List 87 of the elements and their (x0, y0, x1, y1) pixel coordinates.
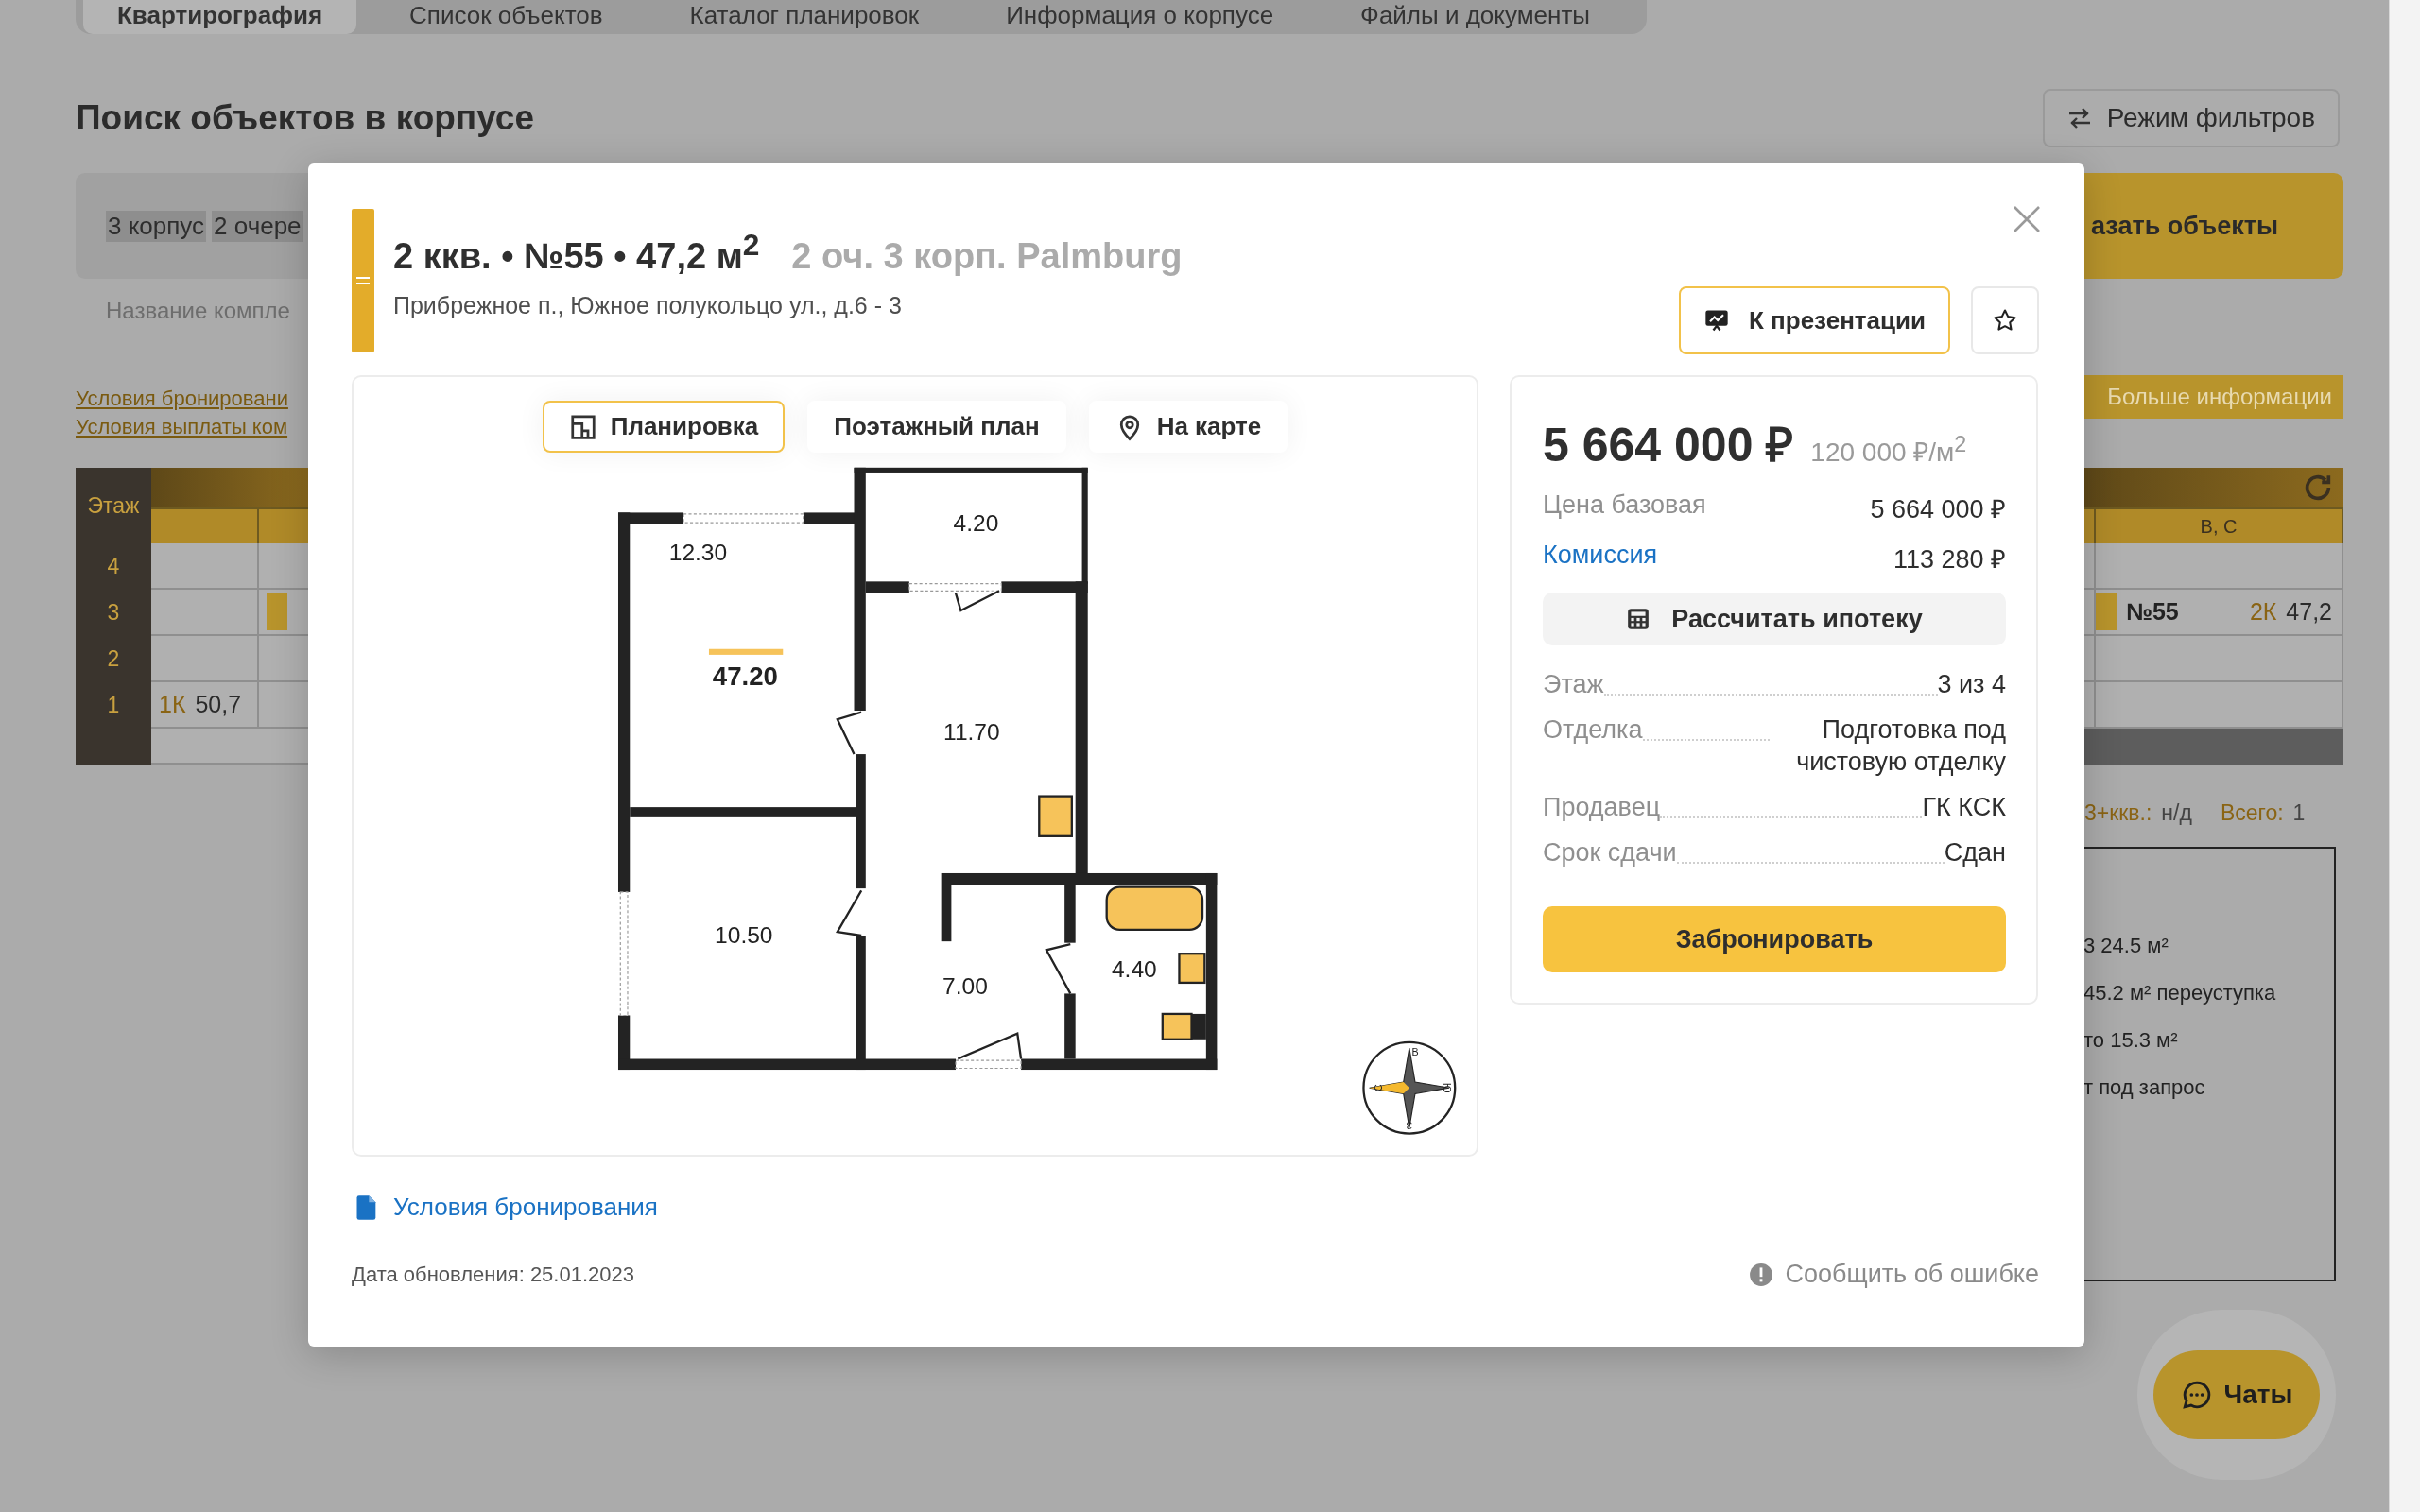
table-cell[interactable]: №55 2К 47,2 (2096, 590, 2343, 636)
room-area: 4.40 (1111, 955, 1157, 982)
table-cell[interactable] (2096, 543, 2343, 590)
room-area: 7.00 (942, 973, 988, 1000)
table-cell[interactable] (2096, 682, 2343, 729)
table-cell[interactable] (151, 543, 259, 590)
detail-value: Подготовка под чистовую отделку (1795, 714, 2006, 778)
book-button[interactable]: Забронировать (1543, 906, 2006, 972)
table-cell[interactable]: 1К 50,7 (151, 682, 259, 729)
favorite-button[interactable] (1971, 286, 2039, 354)
filter-chip[interactable]: 3 корпус (106, 210, 207, 242)
detail-label: Продавец (1543, 792, 1661, 823)
stat-value: 1 (2292, 800, 2306, 826)
compass-letter: В (1411, 1045, 1419, 1057)
detail-label: Отделка (1543, 714, 1643, 746)
unit-area: 50,7 (195, 691, 251, 718)
price-label: Цена базовая (1543, 490, 1706, 521)
floor-number: 3 (76, 590, 151, 636)
tab[interactable]: Список объектов (375, 0, 637, 34)
stat-value: н/д (2161, 800, 2192, 826)
price-value: 113 280 ₽ (1893, 544, 2006, 576)
tab[interactable]: Информация о корпусе (972, 0, 1308, 34)
table-cell[interactable] (151, 590, 259, 636)
chat-bubble-icon (2180, 1379, 2213, 1411)
mortgage-button[interactable]: Рассчитать ипотеку (1543, 593, 2006, 645)
unit-area: 47,2 (2286, 598, 2342, 626)
floor-number: 2 (76, 636, 151, 682)
report-error-link[interactable]: Сообщить об ошибке (1749, 1260, 2039, 1289)
field-label: Название компле (106, 298, 290, 324)
close-icon[interactable] (2013, 205, 2041, 233)
room-area: 10.50 (715, 922, 773, 949)
detail-value: ГК КСК (1922, 792, 2006, 823)
table-header-cell: В, С (2096, 507, 2343, 543)
view-tab[interactable]: Планировка (542, 401, 786, 453)
tab[interactable]: Квартирография (83, 0, 357, 34)
commission-link[interactable]: Комиссия (1543, 541, 1658, 576)
floor-plan-icon (568, 412, 597, 441)
price-value: 5 664 000 ₽ (1870, 494, 2006, 525)
room-area: 4.20 (953, 510, 999, 537)
room-area: 11.70 (943, 718, 1000, 745)
filter-mode-button[interactable]: Режим фильтров (2042, 89, 2340, 147)
link[interactable]: Условия бронировани (76, 387, 288, 411)
stat-label: Всего: (2220, 800, 2284, 826)
show-objects-button[interactable]: азать объекты (2083, 173, 2343, 279)
note-text: т под запрос (2083, 1075, 2206, 1100)
chat-button[interactable]: Чаты (2153, 1350, 2320, 1439)
unit-rooms: 2К (2249, 598, 2277, 626)
stat-label: 3+ккв.: (2084, 800, 2152, 826)
note-text: 3 24.5 м² (2083, 934, 2169, 958)
building-name: 2 оч. 3 корп. Palmburg (791, 235, 1183, 277)
tab[interactable]: Каталог планировок (655, 0, 954, 34)
note-text: то 15.3 м² (2083, 1028, 2179, 1053)
address: Прибрежное п., Южное полукольцо ул., д.6 - 3 (393, 291, 903, 319)
update-date: Дата обновления: 25.01.2023 (352, 1262, 634, 1287)
floor-number: 4 (76, 543, 151, 590)
note-text: 45.2 м² переуступка (2083, 981, 2277, 1005)
page-title: Поиск объектов в корпусе (76, 98, 535, 138)
calculator-icon (1626, 607, 1651, 631)
swap-icon (2066, 107, 2092, 129)
view-tab[interactable]: На карте (1088, 401, 1288, 453)
unit-rooms: 1К (159, 691, 186, 718)
document-icon (355, 1194, 378, 1221)
price: 5 664 000 ₽ (1543, 418, 1794, 473)
unit-number: №55 (2126, 598, 2179, 626)
compass-letter: С (1373, 1084, 1385, 1092)
price-per-meter: 120 000 ₽/м$^{2}$ (1810, 431, 1967, 469)
detail-value: Сдан (1944, 837, 2006, 868)
total-area: 47.20 (712, 662, 778, 692)
unit-marker (2096, 593, 2117, 630)
apartment-title: 2 ккв. • №55 • 47,2 м$^{2}$ (393, 228, 760, 277)
link[interactable]: Условия выплаты ком (76, 415, 288, 439)
table-cell[interactable] (2096, 636, 2343, 682)
room-area: 12.30 (668, 540, 728, 566)
detail-label: Срок сдачи (1543, 837, 1677, 868)
warning-icon (1749, 1262, 1774, 1287)
filter-chip[interactable]: 2 очере (212, 210, 303, 242)
table-cell[interactable] (151, 636, 259, 682)
presentation-button[interactable]: К презентации (1678, 286, 1950, 354)
compass-letter: Ю (1441, 1082, 1453, 1093)
view-tab[interactable]: Поэтажный план (807, 401, 1066, 453)
table-header-cell: Этаж (76, 468, 151, 543)
detail-label: Этаж (1543, 669, 1604, 700)
booking-terms-link[interactable]: Условия бронирования (355, 1193, 658, 1222)
floor-number: 1 (76, 682, 151, 729)
tab[interactable]: Файлы и документы (1326, 0, 1624, 34)
detail-value: 3 из 4 (1937, 669, 2006, 700)
unit-marker (267, 593, 287, 630)
